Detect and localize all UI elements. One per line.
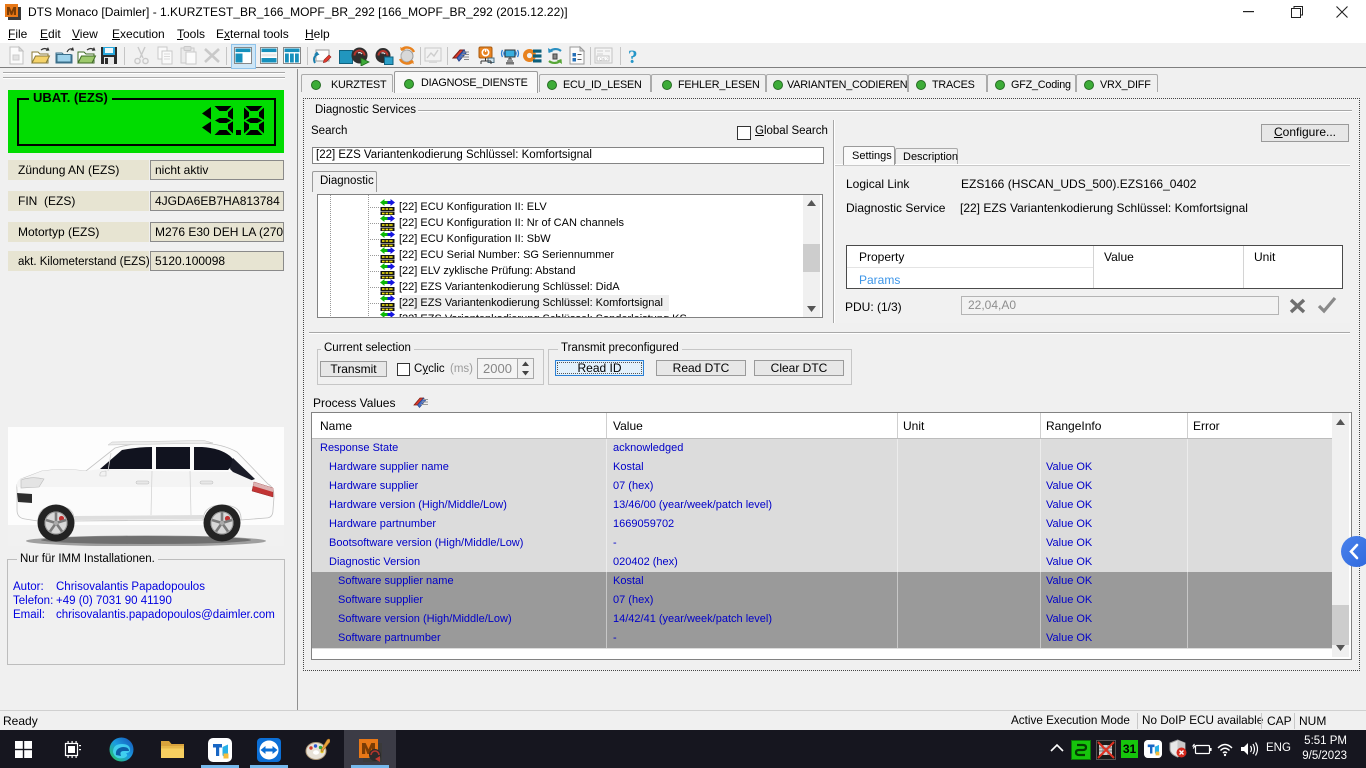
svg-text:?: ? [628, 47, 638, 66]
svg-text:OK?: OK? [599, 57, 609, 62]
